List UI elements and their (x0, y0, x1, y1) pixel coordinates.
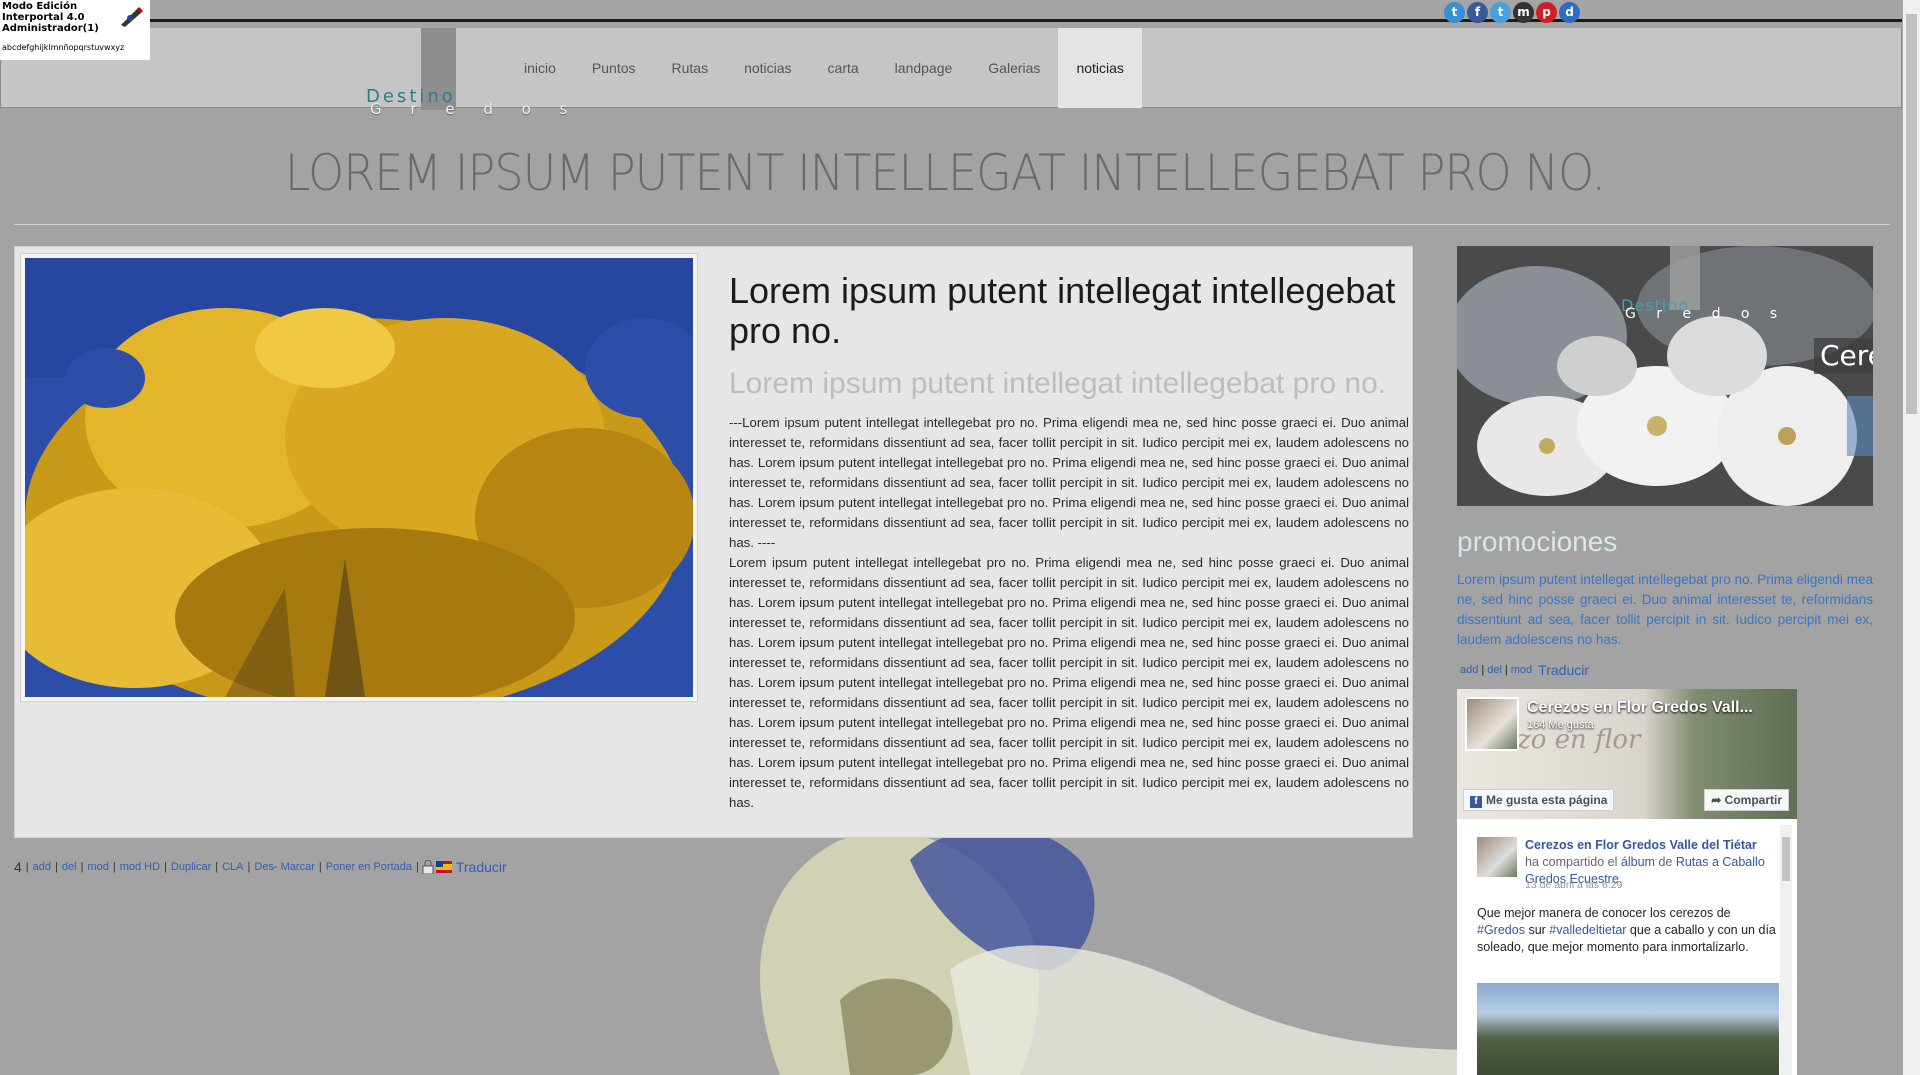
social-icons: t f t m p d (1444, 2, 1580, 23)
promotions-title: promociones (1457, 526, 1618, 557)
title-divider (14, 224, 1890, 225)
page-scroll-thumb[interactable] (1906, 14, 1917, 414)
post-author[interactable]: Cerezos en Flor Gredos Valle del Tiétar (1525, 838, 1757, 852)
facebook-page-name[interactable]: Cerezos en Flor Gredos Vall... (1527, 699, 1792, 717)
article-body: ---Lorem ipsum putent intellegat intelle… (729, 413, 1409, 813)
post-image[interactable] (1477, 983, 1779, 1075)
facebook-scroll-thumb[interactable] (1782, 837, 1790, 881)
post-album-link[interactable]: álbum (1621, 855, 1655, 869)
facebook-likes-count: 164 Me gusta (1527, 719, 1594, 731)
sidebar-admin-tools: add | del | mod Traducir (1457, 662, 1592, 678)
post-author-avatar[interactable] (1477, 837, 1517, 877)
facebook-page-avatar[interactable] (1465, 697, 1519, 751)
article-paragraph-1: ---Lorem ipsum putent intellegat intelle… (729, 415, 1409, 550)
post-of-text: de (1658, 855, 1673, 869)
post-hashtag-gredos[interactable]: #Gredos (1477, 923, 1525, 937)
post-text-part-1: Que mejor manera de conocer los cerezos … (1477, 906, 1731, 920)
share-arrow-icon: ➦ (1711, 793, 1725, 807)
post-date[interactable]: 13 de abril a las 6:29 (1525, 879, 1622, 891)
menu-item-rutas[interactable]: Rutas (654, 28, 727, 108)
facebook-icon[interactable]: f (1467, 2, 1488, 23)
menu-item-noticias[interactable]: noticias (726, 28, 809, 108)
mod-link[interactable]: mod (83, 861, 112, 873)
facebook-share-button[interactable]: ➦ Compartir (1704, 789, 1789, 811)
flag-icon[interactable] (435, 861, 452, 873)
article-subheading: Lorem ipsum putent intellegat intellegeb… (729, 367, 1387, 400)
facebook-scrollbar[interactable] (1780, 825, 1792, 1075)
post-text: Que mejor manera de conocer los cerezos … (1477, 905, 1777, 956)
pinterest-icon[interactable]: p (1536, 2, 1557, 23)
sidebar-mod-link[interactable]: mod (1508, 664, 1535, 676)
post-hashtag-valledeltietar[interactable]: #valledeltietar (1549, 923, 1626, 937)
del-link[interactable]: del (58, 861, 81, 873)
autumn-tree-image (25, 258, 693, 697)
cla-link[interactable]: CLA (218, 861, 247, 873)
admin-mode-box: Modo Edición Interportal 4.0 Administrad… (0, 0, 150, 60)
post-text-part-2: sur (1528, 923, 1546, 937)
news-article: Lorem ipsum putent intellegat intellegeb… (14, 246, 1413, 838)
poner-en-portada-link[interactable]: Poner en Portada (322, 861, 416, 873)
facebook-cover: zo en flor Cerezos en Flor Gredos Vall..… (1457, 689, 1797, 819)
cherry-blossom-image (1457, 246, 1873, 506)
menu-item-carta[interactable]: carta (810, 28, 877, 108)
sidebar-del-link[interactable]: del (1484, 664, 1505, 676)
background-flower-image (760, 826, 1480, 1075)
banner-caption: Cere (1814, 338, 1873, 374)
add-link[interactable]: add (29, 861, 55, 873)
article-admin-tools: 4 | add | del | mod | mod HD | Duplicar | CLA … (14, 859, 511, 875)
article-heading: Lorem ipsum putent intellegat intellegeb… (729, 270, 1396, 351)
delicious-icon[interactable]: d (1559, 2, 1580, 23)
menu-item-noticias-active[interactable]: noticias (1058, 28, 1142, 108)
translate-link[interactable]: Traducir (452, 859, 511, 875)
mod-hd-link[interactable]: mod HD (116, 861, 164, 873)
myspace-icon[interactable]: m (1513, 2, 1534, 23)
article-photo[interactable] (20, 253, 698, 702)
like-button-label: Me gusta esta página (1486, 793, 1608, 807)
twitter-icon[interactable]: t (1444, 2, 1465, 23)
page-scrollbar[interactable] (1903, 0, 1920, 1075)
lock-icon[interactable] (422, 860, 434, 874)
banner-logo-bottom: G r e d o s (1625, 306, 1786, 322)
facebook-like-button[interactable]: f Me gusta esta página (1463, 789, 1615, 811)
facebook-page-widget: zo en flor Cerezos en Flor Gredos Vall..… (1457, 689, 1797, 1075)
top-strip (0, 0, 1902, 22)
menu-item-landpage[interactable]: landpage (877, 28, 971, 108)
desmarcar-link[interactable]: Des- Marcar (250, 861, 319, 873)
admin-alphabet: abcdefghijklmnñopqrstuvwxyz (2, 43, 125, 52)
promotions-text[interactable]: Lorem ipsum putent intellegat intellegeb… (1457, 570, 1873, 650)
article-count: 4 (14, 859, 22, 875)
menu-item-inicio[interactable]: inicio (506, 28, 574, 108)
facebook-icon: f (1470, 796, 1482, 808)
share-button-label: Compartir (1724, 793, 1782, 807)
banner-caption-text: Cere (1820, 339, 1873, 372)
tuenti-icon[interactable]: t (1490, 2, 1511, 23)
sidebar-banner[interactable]: Destino G r e d o s Cere (1457, 246, 1873, 506)
main-menu: inicio Puntos Rutas noticias carta landp… (506, 28, 1142, 108)
article-paragraph-2: Lorem ipsum putent intellegat intellegeb… (729, 555, 1409, 810)
page-title: LOREM IPSUM PUTENT INTELLEGAT INTELLEGEB… (284, 144, 1606, 202)
post-action-text: ha compartido el (1525, 855, 1618, 869)
duplicar-link[interactable]: Duplicar (167, 861, 215, 873)
sidebar-add-link[interactable]: add (1457, 664, 1481, 676)
menu-item-puntos[interactable]: Puntos (574, 28, 654, 108)
edit-pen-icon[interactable] (118, 4, 146, 28)
menu-item-galerias[interactable]: Galerias (970, 28, 1058, 108)
sidebar-translate-link[interactable]: Traducir (1535, 662, 1592, 678)
